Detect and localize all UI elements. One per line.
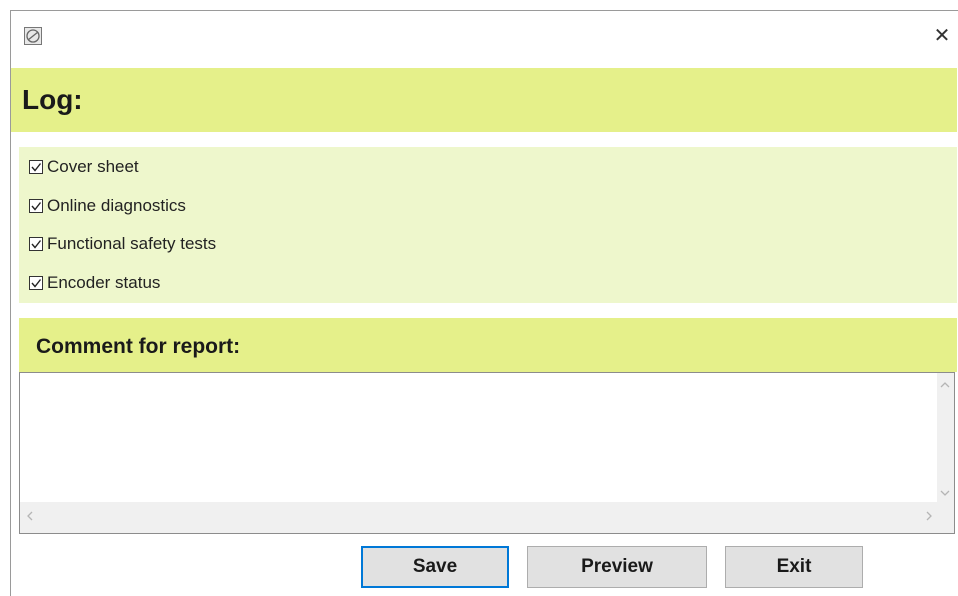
checkmark-icon bbox=[31, 202, 42, 211]
comment-header: Comment for report: bbox=[19, 318, 957, 372]
online-diagnostics-checkbox[interactable] bbox=[29, 199, 43, 213]
log-title: Log: bbox=[22, 84, 83, 115]
save-button[interactable]: Save bbox=[361, 546, 509, 588]
option-label: Encoder status bbox=[47, 273, 161, 292]
option-label: Cover sheet bbox=[47, 157, 139, 176]
option-label: Online diagnostics bbox=[47, 196, 186, 215]
app-logo-icon bbox=[24, 27, 42, 45]
close-icon: ✕ bbox=[933, 24, 951, 47]
option-online-diagnostics[interactable]: Online diagnostics bbox=[29, 195, 186, 217]
scroll-right-arrow-icon[interactable] bbox=[925, 511, 933, 523]
comment-textarea[interactable] bbox=[20, 373, 937, 502]
cover-sheet-checkbox[interactable] bbox=[29, 160, 43, 174]
functional-safety-tests-checkbox[interactable] bbox=[29, 237, 43, 251]
scroll-down-arrow-icon[interactable] bbox=[940, 487, 950, 499]
checkmark-icon bbox=[31, 279, 42, 288]
title-bar: ✕ bbox=[11, 11, 957, 67]
close-button[interactable]: ✕ bbox=[929, 21, 955, 49]
log-dialog: ✕ Log: Cover sheet Online diagnostics Fu… bbox=[10, 10, 958, 596]
horizontal-scrollbar[interactable] bbox=[20, 502, 937, 533]
log-header: Log: bbox=[11, 68, 957, 132]
preview-button[interactable]: Preview bbox=[527, 546, 707, 588]
option-functional-safety-tests[interactable]: Functional safety tests bbox=[29, 233, 216, 255]
scroll-left-arrow-icon[interactable] bbox=[26, 511, 34, 523]
checkmark-icon bbox=[31, 240, 42, 249]
option-label: Functional safety tests bbox=[47, 234, 217, 253]
report-options-panel: Cover sheet Online diagnostics Functiona… bbox=[19, 147, 957, 303]
checkmark-icon bbox=[31, 163, 42, 172]
scroll-up-arrow-icon[interactable] bbox=[940, 379, 950, 391]
scrollbar-corner bbox=[937, 502, 954, 533]
comment-title: Comment for report: bbox=[36, 335, 241, 358]
encoder-status-checkbox[interactable] bbox=[29, 276, 43, 290]
comment-textarea-container bbox=[19, 372, 955, 534]
exit-button[interactable]: Exit bbox=[725, 546, 863, 588]
option-cover-sheet[interactable]: Cover sheet bbox=[29, 156, 139, 178]
option-encoder-status[interactable]: Encoder status bbox=[29, 272, 160, 294]
vertical-scrollbar[interactable] bbox=[937, 373, 954, 502]
